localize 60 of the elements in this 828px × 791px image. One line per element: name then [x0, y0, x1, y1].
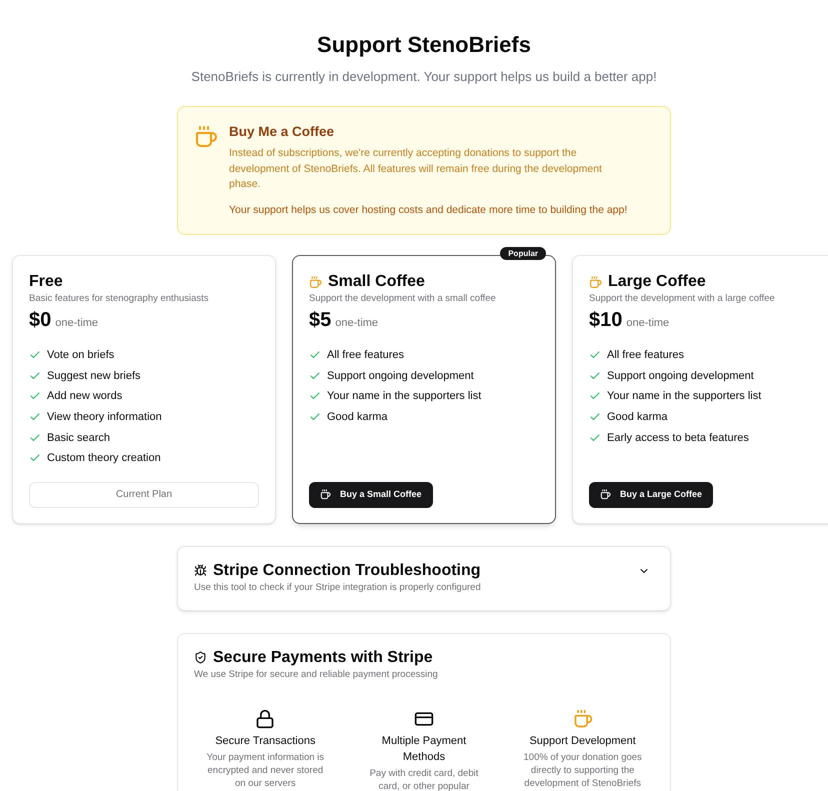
feature-text: Early access to beta features	[607, 430, 749, 446]
feature-text: Support ongoing development	[607, 368, 754, 384]
section-subtitle: Use this tool to check if your Stripe integration is properly configured	[194, 580, 481, 595]
feature-text: Your name in the supporters list	[327, 389, 482, 404]
coffee-icon	[572, 708, 593, 729]
feature-title: Multiple Payment Methods	[380, 734, 468, 765]
check-icon	[29, 370, 41, 382]
plan-title: Free	[29, 272, 63, 292]
buy-button[interactable]: Buy a Large Coffee	[589, 482, 714, 508]
section-title: Stripe Connection Troubleshooting	[213, 560, 481, 581]
price-period: one-time	[55, 316, 98, 331]
feature-title: Secure Transactions	[215, 734, 316, 749]
coffee-icon	[320, 489, 331, 500]
check-icon	[309, 370, 321, 382]
check-icon	[29, 432, 41, 444]
feature-text: View theory information	[47, 410, 162, 426]
plan-title: Large Coffee	[608, 272, 706, 292]
plan-price: $5	[309, 308, 332, 332]
plan-description: Basic features for stenography enthusiasts	[29, 292, 210, 306]
feature-description: Your payment information is encrypted and never stored on our servers	[206, 750, 326, 790]
feature-text: Support ongoing development	[327, 368, 474, 384]
check-icon	[589, 370, 601, 382]
coffee-icon	[309, 276, 322, 288]
feature-title: Support Development	[529, 734, 636, 749]
feature-description: Pay with credit card, debit card, or other popular	[368, 766, 480, 791]
bug-icon	[194, 564, 207, 578]
popular-badge: Popular	[500, 247, 546, 260]
check-icon	[589, 432, 601, 444]
feature-text: Basic search	[47, 430, 110, 446]
feature-text: Custom theory creation	[47, 451, 161, 466]
feature-text: Add new words	[47, 389, 122, 404]
plan-description: Support the development with a small coffee	[309, 292, 497, 306]
shield-check-icon	[194, 651, 207, 664]
lock-icon	[255, 708, 276, 729]
feature-text: Good karma	[607, 410, 668, 426]
section-title: Secure Payments with Stripe	[213, 648, 433, 668]
feature-text: All free features	[327, 348, 404, 364]
page-subtitle: StenoBriefs is currently in development. Your support helps us build a better app!	[191, 68, 657, 86]
feature-text: Suggest new briefs	[47, 368, 141, 384]
feature-text: Your name in the supporters list	[607, 389, 762, 404]
plan-price: $10	[589, 308, 622, 332]
coffee-icon	[600, 489, 611, 500]
plan-description: Support the development with a large coffee	[589, 292, 776, 306]
notice-title: Buy Me a Coffee	[229, 123, 336, 141]
feature-description: 100% of your donation goes directly to supporting the development of StenoBriefs	[522, 750, 643, 790]
coffee-icon	[589, 276, 602, 288]
plan-title: Small Coffee	[328, 272, 425, 292]
coffee-icon	[194, 125, 218, 149]
current-plan-button[interactable]: Current Plan	[29, 482, 259, 508]
price-period: one-time	[335, 316, 378, 331]
section-subtitle: We use Stripe for secure and reliable payment processing	[194, 668, 439, 682]
buy-button[interactable]: Buy a Small Coffee	[309, 482, 433, 508]
price-period: one-time	[626, 316, 670, 331]
feature-text: Vote on briefs	[47, 348, 114, 364]
page-title: Support StenoBriefs	[317, 31, 531, 59]
notice-text: Instead of subscriptions, we're currently accepting donations to support the development of StenoBriefs. All features will remain free during the development phase.	[229, 146, 603, 192]
feature-text: All free features	[607, 348, 684, 364]
feature-text: Good karma	[327, 410, 388, 426]
plan-price: $0	[29, 308, 52, 332]
notice-text: Your support helps us cover hosting costs and dedicate more time to building the app!	[229, 202, 628, 218]
